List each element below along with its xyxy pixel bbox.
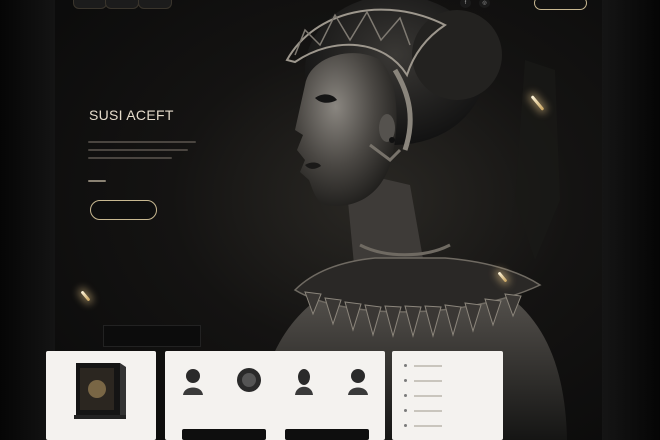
avatar-icon[interactable] [343,365,373,395]
bullet-icon [404,409,407,412]
card-button-right[interactable] [285,429,369,440]
list-item[interactable] [404,378,494,384]
artists-card [165,351,385,440]
hero-title: SUSI ACEFT [89,107,174,123]
hero-text-line [88,149,188,151]
bullet-icon [404,424,407,427]
product-card[interactable] [46,351,156,440]
hero-cta-button[interactable] [90,200,157,220]
avatar-icon[interactable] [178,365,208,395]
list-item-text [414,425,442,427]
hero-text-line [88,141,196,143]
product-box-image [74,363,126,419]
nav-link-2[interactable] [105,0,139,9]
card-button-left[interactable] [182,429,266,440]
nav-link-1[interactable] [73,0,107,9]
list-item[interactable] [404,423,494,429]
list-item-text [414,380,442,382]
avatar-icon[interactable] [234,365,264,395]
bullet-icon [404,394,407,397]
list-item[interactable] [404,408,494,414]
list-item-text [414,410,442,412]
product-tabbar [103,325,201,347]
hero-meta-line [88,180,106,182]
list-card [392,351,503,440]
list-item-text [414,395,442,397]
list-item-text [414,365,442,367]
avatar-icon[interactable] [289,365,319,395]
side-panel-right [602,0,660,440]
list-item[interactable] [404,363,494,369]
hero-text-line [88,157,172,159]
nav-link-3[interactable] [138,0,172,9]
bullet-icon [404,364,407,367]
bullet-icon [404,379,407,382]
list-item[interactable] [404,393,494,399]
light-glint [80,290,91,302]
